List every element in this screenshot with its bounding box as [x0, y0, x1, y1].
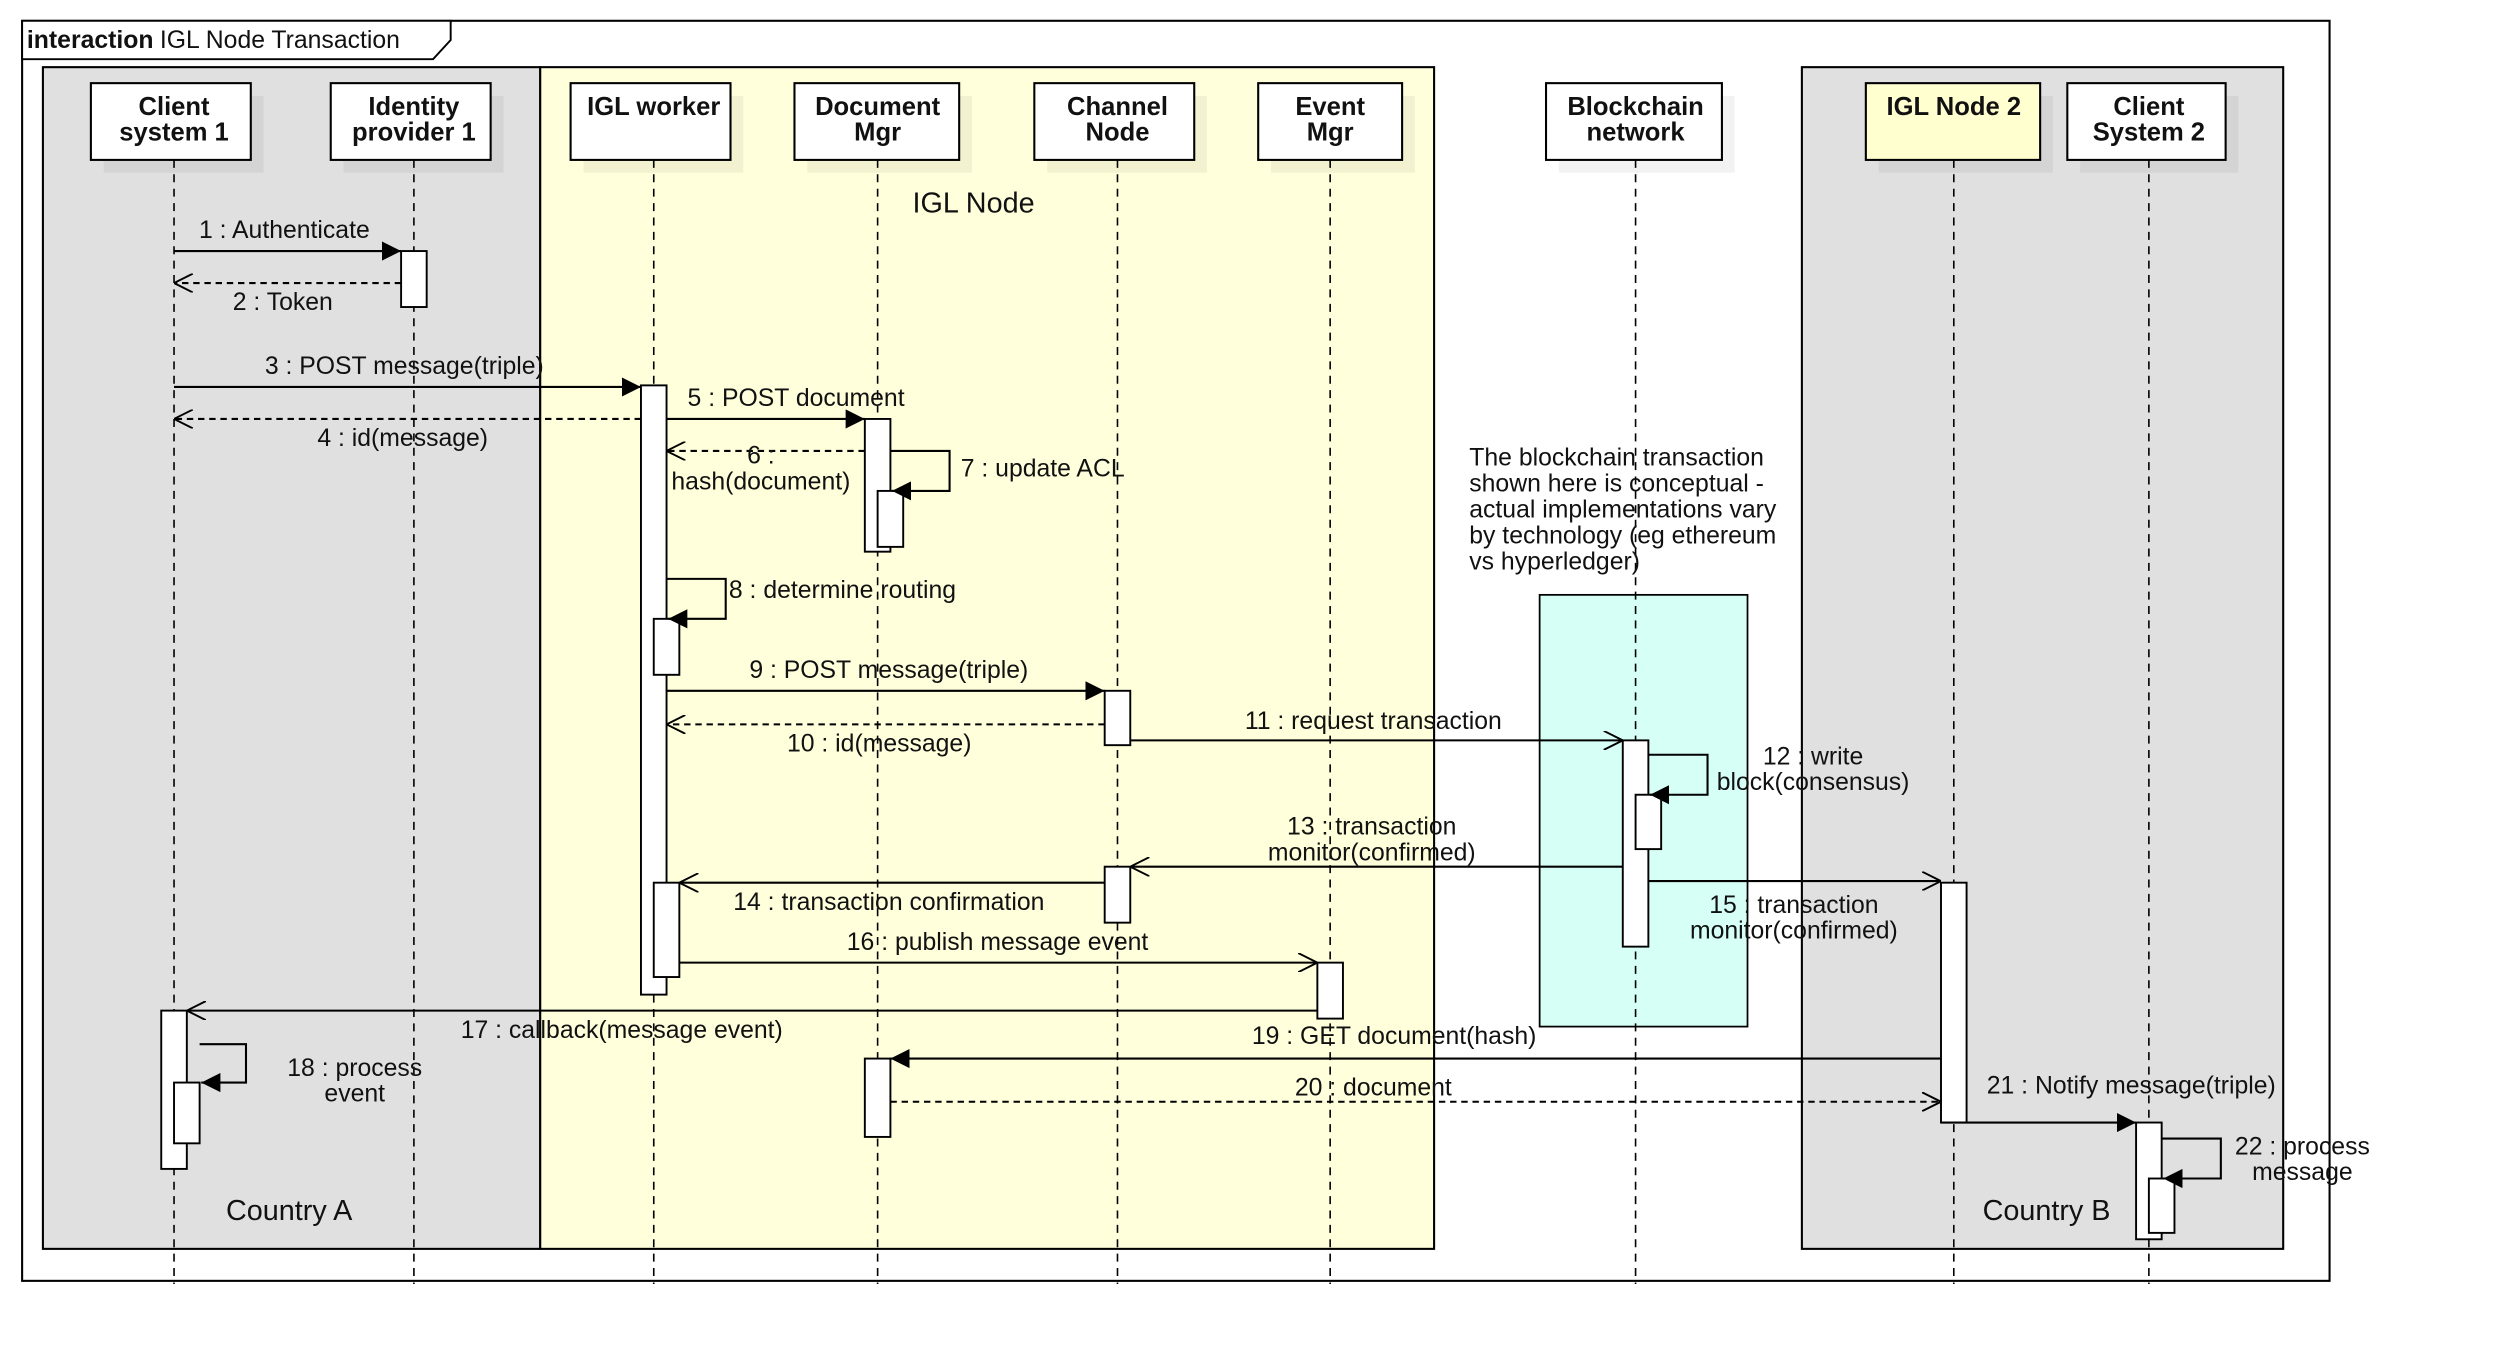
activation-bar: [876, 489, 905, 548]
message-label: 17 : callback(message event): [461, 1017, 783, 1044]
lifeline-label: Mgr: [854, 119, 901, 147]
activation-bar: [1103, 865, 1132, 924]
lifeline-label: IGL Node 2: [1887, 93, 2022, 121]
message-label: 11 : request transaction: [1245, 708, 1502, 735]
activation-bar: [2147, 1177, 2176, 1234]
region-label-igl-node: IGL Node: [913, 188, 1035, 220]
activation-bar: [863, 1057, 892, 1138]
activation-bar: [1940, 881, 1968, 1124]
message-label: event: [324, 1081, 385, 1108]
activation-bar: [1103, 689, 1132, 747]
note-line: actual implementations vary: [1469, 496, 1777, 523]
activation-bar: [400, 250, 428, 308]
note-line: The blockchain transaction: [1469, 444, 1764, 471]
message-label: 3 : POST message(triple): [265, 353, 544, 380]
lifeline-label: system 1: [119, 119, 229, 147]
message-label: 20 : document: [1295, 1074, 1452, 1101]
lifeline-label: provider 1: [352, 119, 476, 147]
message-label: monitor(confirmed): [1690, 918, 1898, 945]
message-label: block(consensus): [1717, 769, 1910, 796]
activation-bar: [652, 617, 681, 676]
lifeline-label: Mgr: [1307, 119, 1354, 147]
lifeline-label: Channel: [1067, 93, 1168, 121]
region-label-country-a: Country A: [226, 1195, 353, 1227]
message-label: 2 : Token: [233, 289, 333, 316]
region-label-country-b: Country B: [1983, 1195, 2111, 1227]
message-label: 9 : POST message(triple): [749, 657, 1028, 684]
message-label: 8 : determine routing: [729, 577, 956, 604]
message-label: monitor(confirmed): [1268, 839, 1476, 866]
lifeline-label: network: [1587, 119, 1686, 147]
message-label: 21 : Notify message(triple): [1987, 1073, 2276, 1100]
lifeline-label: Client: [139, 93, 211, 121]
message-label: 12 : write: [1763, 743, 1863, 770]
message-label: 1 : Authenticate: [199, 217, 370, 244]
message-label: hash(document): [671, 468, 850, 495]
frame-title: interaction IGL Node Transaction: [27, 27, 400, 54]
message-label: 10 : id(message): [787, 731, 971, 758]
note-line: by technology (eg ethereum: [1469, 523, 1776, 550]
message-label: 14 : transaction confirmation: [733, 889, 1044, 916]
note-line: shown here is conceptual -: [1469, 470, 1764, 497]
lifeline-label: IGL worker: [587, 93, 720, 121]
frame-title-text: IGL Node Transaction: [160, 27, 400, 54]
message-label: 7 : update ACL: [961, 456, 1125, 483]
note-line: vs hyperledger): [1469, 549, 1640, 576]
message-label: 18 : process: [287, 1055, 422, 1082]
lifeline-label: Client: [2113, 93, 2185, 121]
lifeline-label: Event: [1295, 93, 1365, 121]
activation-bar: [1316, 961, 1344, 1020]
lifeline-label: Blockchain: [1567, 93, 1703, 121]
lifeline-label: Identity: [368, 93, 460, 121]
message-label: 16 : publish message event: [847, 929, 1149, 956]
message-label: 15 : transaction: [1709, 892, 1878, 919]
activation-bar: [1634, 793, 1663, 851]
frame-keyword: interaction: [27, 27, 154, 54]
activation-bar: [652, 881, 681, 978]
region-country-b: [1800, 66, 2285, 1250]
message-label: message: [2252, 1159, 2353, 1186]
message-label: 4 : id(message): [317, 425, 488, 452]
message-label: 5 : POST document: [688, 385, 905, 412]
message-label: 6 :: [747, 443, 775, 470]
lifeline-label: System 2: [2093, 119, 2205, 147]
lifeline-label: Document: [815, 93, 941, 121]
message-label: 22 : process: [2235, 1134, 2370, 1161]
lifeline-label: Node: [1086, 119, 1150, 147]
message-label: 13 : transaction: [1287, 814, 1456, 841]
activation-bar: [173, 1081, 201, 1145]
message-label: 19 : GET document(hash): [1252, 1023, 1537, 1050]
sequence-diagram: interaction IGL Node Transaction Country …: [21, 19, 2370, 1285]
